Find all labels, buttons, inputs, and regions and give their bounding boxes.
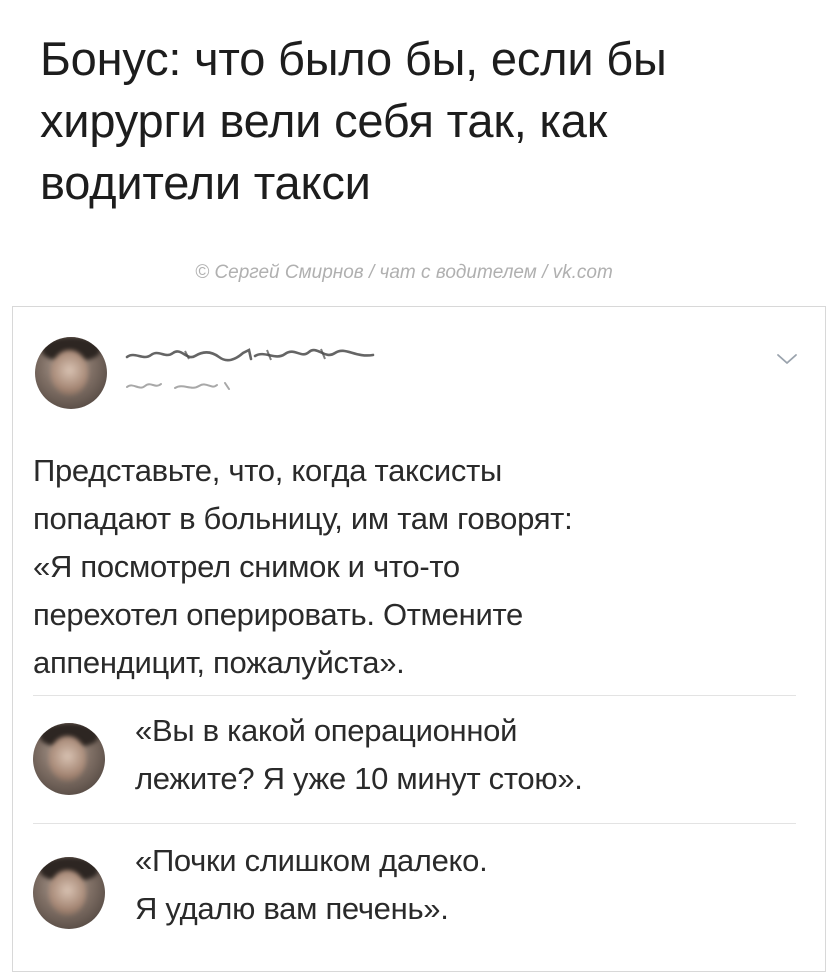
post-text-line: перехотел оперировать. Отмените: [33, 597, 523, 632]
comment-text-line: «Вы в какой операционной: [135, 713, 518, 748]
comment-text-line: лежите? Я уже 10 минут стою».: [135, 761, 583, 796]
blurred-author-name: [125, 348, 375, 362]
post-text-line: «Я посмотрел снимок и что-то: [33, 549, 460, 584]
headline-line: хирурги вели себя так, как: [40, 94, 608, 147]
chevron-down-icon[interactable]: [775, 351, 799, 367]
headline-line: водители такси: [40, 156, 371, 209]
headline: Бонус: что было бы, если бы хирурги вели…: [40, 28, 800, 214]
comment-text-line: «Почки слишком далеко.: [135, 843, 488, 878]
post-text-line: Представьте, что, когда таксисты: [33, 453, 502, 488]
blurred-post-date: [126, 382, 230, 390]
post-text: Представьте, что, когда таксисты попадаю…: [33, 447, 803, 687]
comment-text: «Вы в какой операционной лежите? Я уже 1…: [135, 707, 795, 803]
post-card: Представьте, что, когда таксисты попадаю…: [12, 306, 826, 972]
post-text-line: попадают в больницу, им там говорят:: [33, 501, 573, 536]
comment-text-line: Я удалю вам печень».: [135, 891, 449, 926]
post-text-line: аппендицит, пожалуйста».: [33, 645, 405, 680]
comment-text: «Почки слишком далеко. Я удалю вам печен…: [135, 837, 795, 933]
image-credit: © Сергей Смирнов / чат с водителем / vk.…: [195, 262, 613, 283]
comment-author-avatar[interactable]: [33, 723, 105, 795]
comment-divider: [33, 823, 796, 824]
comment-author-avatar[interactable]: [33, 857, 105, 929]
post-author-avatar[interactable]: [35, 337, 107, 409]
comment-divider: [33, 695, 796, 696]
headline-line: Бонус: что было бы, если бы: [40, 32, 667, 85]
